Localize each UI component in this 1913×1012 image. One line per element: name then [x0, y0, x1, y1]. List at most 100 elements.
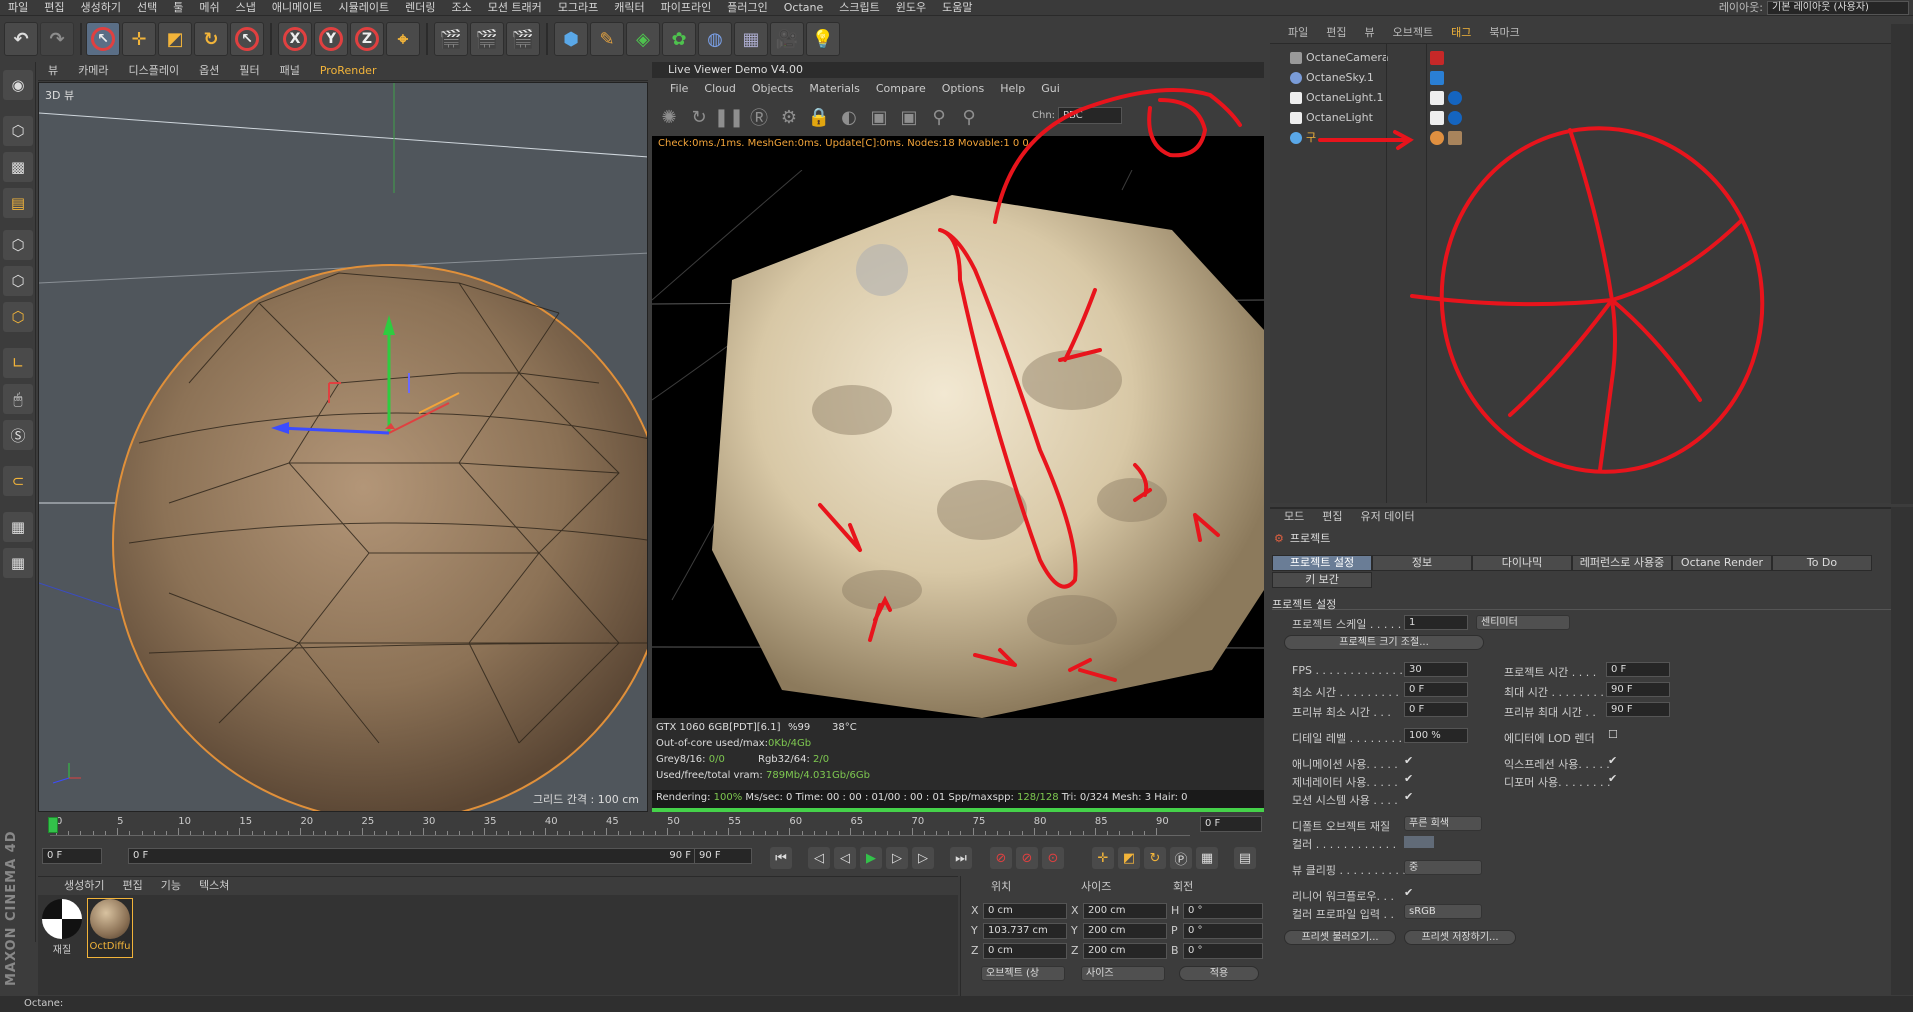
- vp-menu-view[interactable]: 뷰: [38, 62, 68, 80]
- play-icon[interactable]: ▶: [860, 847, 882, 869]
- texture-mode-icon[interactable]: ▩: [3, 152, 33, 182]
- linear-workflow-checkbox[interactable]: ✔: [1404, 886, 1413, 899]
- lv-menu-cloud[interactable]: Cloud: [696, 79, 743, 98]
- make-editable-icon[interactable]: ◉: [3, 70, 33, 100]
- menu-file[interactable]: 파일: [0, 0, 36, 15]
- am-menu-mode[interactable]: 모드: [1270, 509, 1313, 525]
- render-picture-viewer-icon[interactable]: 🎬: [470, 22, 504, 56]
- end-frame-field[interactable]: 90 F: [694, 848, 752, 864]
- region-icon[interactable]: ▣: [866, 104, 892, 130]
- project-scale-unit-select[interactable]: 센티미터: [1476, 615, 1570, 630]
- tab-dynamics[interactable]: 다이나믹: [1472, 555, 1572, 571]
- lod-field[interactable]: 100 %: [1404, 728, 1468, 743]
- use-deformers-checkbox[interactable]: ✔: [1608, 772, 1617, 785]
- key-rotation-icon[interactable]: ↻: [1144, 847, 1166, 869]
- preview-max-field[interactable]: 90 F: [1606, 702, 1670, 717]
- restart-icon[interactable]: ↻: [686, 104, 712, 130]
- key-scale-icon[interactable]: ◩: [1118, 847, 1140, 869]
- model-mode-icon[interactable]: ⬡: [3, 116, 33, 146]
- om-menu-edit[interactable]: 편집: [1317, 24, 1355, 42]
- om-menu-tags[interactable]: 태그: [1442, 24, 1480, 42]
- menu-pipeline[interactable]: 파이프라인: [653, 0, 720, 15]
- menu-create[interactable]: 생성하기: [73, 0, 129, 15]
- vp-menu-panel[interactable]: 패널: [270, 62, 310, 80]
- cube-icon[interactable]: ⬢: [554, 22, 588, 56]
- pos-z-field[interactable]: 0 cm: [983, 943, 1067, 959]
- mat-menu-edit[interactable]: 편집: [113, 877, 151, 895]
- menu-tools[interactable]: 툴: [165, 0, 191, 15]
- preview-min-field[interactable]: 0 F: [1404, 702, 1468, 717]
- object-row-sphere[interactable]: 구: [1270, 128, 1905, 148]
- key-param-icon[interactable]: Ⓟ: [1170, 847, 1192, 869]
- menu-simulate[interactable]: 시뮬레이트: [330, 0, 397, 15]
- coord-size-select[interactable]: 사이즈: [1081, 966, 1165, 981]
- light-icon[interactable]: 💡: [806, 22, 840, 56]
- coordinate-system-icon[interactable]: ⌖: [386, 22, 420, 56]
- y-axis-icon[interactable]: Y: [314, 22, 348, 56]
- material-default[interactable]: 재질: [40, 899, 84, 957]
- grid-icon[interactable]: ▦: [3, 548, 33, 578]
- 3d-viewport[interactable]: 3D 뷰 그리드 간격 : 100 cm: [38, 82, 648, 812]
- menu-select[interactable]: 선택: [129, 0, 165, 15]
- tweak-mode-icon[interactable]: 🖱: [3, 384, 33, 414]
- default-object-color-select[interactable]: 푸른 회색: [1404, 816, 1482, 831]
- apply-button[interactable]: 적용: [1179, 966, 1259, 981]
- phong-tag-icon[interactable]: [1430, 131, 1444, 145]
- rotate-icon[interactable]: ↻: [194, 22, 228, 56]
- vp-menu-prorender[interactable]: ProRender: [310, 62, 387, 80]
- size-y-field[interactable]: 200 cm: [1083, 923, 1167, 939]
- use-generators-checkbox[interactable]: ✔: [1404, 772, 1413, 785]
- menu-animate[interactable]: 애니메이트: [264, 0, 331, 15]
- use-expressions-checkbox[interactable]: ✔: [1608, 754, 1617, 767]
- rot-h-field[interactable]: 0 °: [1183, 903, 1263, 919]
- scale-icon[interactable]: ◩: [158, 22, 192, 56]
- menu-octane[interactable]: Octane: [776, 0, 832, 15]
- z-axis-icon[interactable]: Z: [350, 22, 384, 56]
- attribute-manager-side-tabs[interactable]: [1891, 507, 1913, 995]
- min-time-field[interactable]: 0 F: [1404, 682, 1468, 697]
- settings-gear-icon[interactable]: ⚙: [776, 104, 802, 130]
- tab-todo[interactable]: To Do: [1772, 555, 1872, 571]
- lv-menu-help[interactable]: Help: [992, 79, 1033, 98]
- am-menu-user-data[interactable]: 유저 데이터: [1352, 509, 1424, 525]
- target-tag-icon[interactable]: [1448, 91, 1462, 105]
- live-viewer-render[interactable]: [652, 170, 1264, 718]
- redo-icon[interactable]: ↷: [40, 22, 74, 56]
- lv-menu-gui[interactable]: Gui: [1033, 79, 1068, 98]
- material-ball-icon[interactable]: ◐: [836, 104, 862, 130]
- current-frame-field[interactable]: 0 F: [1200, 816, 1262, 832]
- workplane-icon[interactable]: ▤: [3, 188, 33, 218]
- menu-character[interactable]: 캐릭터: [606, 0, 652, 15]
- record-icon[interactable]: ⊘: [990, 847, 1012, 869]
- preview-range-slider[interactable]: 0 F 90 F: [128, 848, 698, 864]
- scale-project-button[interactable]: 프로젝트 크기 조절...: [1284, 635, 1484, 650]
- object-row-octanesky[interactable]: OctaneSky.1: [1270, 68, 1905, 88]
- object-row-octanecamera[interactable]: OctaneCamera: [1270, 48, 1905, 68]
- menu-sculpt[interactable]: 조소: [443, 0, 479, 15]
- tab-referencing[interactable]: 레퍼런스로 사용중: [1572, 555, 1672, 571]
- view-clipping-select[interactable]: 중: [1404, 860, 1482, 875]
- pick-focus-icon[interactable]: ⚲: [926, 104, 952, 130]
- menu-mesh[interactable]: 메쉬: [191, 0, 227, 15]
- pos-y-field[interactable]: 103.737 cm: [983, 923, 1067, 939]
- vp-menu-filter[interactable]: 필터: [229, 62, 269, 80]
- project-time-field[interactable]: 0 F: [1606, 662, 1670, 677]
- edges-mode-icon[interactable]: ⬡: [3, 266, 33, 296]
- object-row-octanelight1[interactable]: OctaneLight.1: [1270, 88, 1905, 108]
- send-scene-icon[interactable]: ✺: [656, 104, 682, 130]
- load-preset-button[interactable]: 프리셋 불러오기...: [1284, 930, 1396, 945]
- next-key-icon[interactable]: ▷: [912, 847, 934, 869]
- vp-menu-camera[interactable]: 카메라: [68, 62, 118, 80]
- pick-material-icon[interactable]: ⚲: [956, 104, 982, 130]
- polygons-mode-icon[interactable]: ⬡: [3, 302, 33, 332]
- rot-b-field[interactable]: 0 °: [1183, 943, 1263, 959]
- next-frame-icon[interactable]: ▷: [886, 847, 908, 869]
- lock-icon[interactable]: 🔒: [806, 104, 832, 130]
- pen-icon[interactable]: ✎: [590, 22, 624, 56]
- mat-menu-function[interactable]: 기능: [152, 877, 190, 895]
- goto-start-icon[interactable]: ⏮: [770, 847, 792, 869]
- pause-icon[interactable]: ❚❚: [714, 104, 744, 130]
- target-tag-icon[interactable]: [1448, 111, 1462, 125]
- menu-motion-tracker[interactable]: 모션 트래커: [480, 0, 550, 15]
- mat-menu-create[interactable]: 생성하기: [38, 877, 113, 895]
